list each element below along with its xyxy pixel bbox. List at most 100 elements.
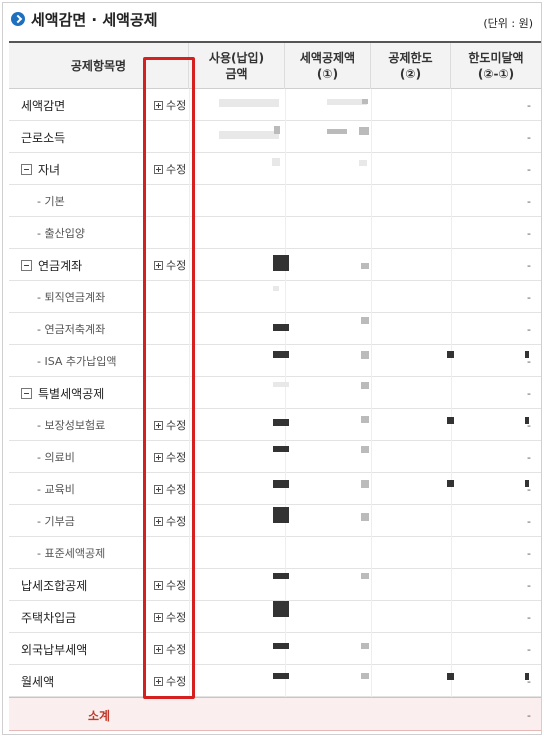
- column-divider: [189, 377, 190, 409]
- column-divider: [451, 281, 452, 313]
- masked-value: [273, 324, 289, 331]
- edit-button[interactable]: 수정: [154, 514, 186, 528]
- edit-button[interactable]: 수정: [154, 642, 186, 656]
- column-divider: [451, 153, 452, 185]
- column-divider: [451, 121, 452, 153]
- row-label-text: 연금계좌: [38, 258, 83, 273]
- edit-button[interactable]: 수정: [154, 98, 186, 112]
- column-divider: [371, 281, 372, 313]
- table-row: - 표준세액공제 -: [9, 537, 541, 569]
- column-divider: [189, 217, 190, 249]
- masked-value: [362, 99, 368, 104]
- column-divider: [451, 569, 452, 601]
- masked-value: [361, 643, 369, 649]
- row-label-text: 주택차입금: [21, 610, 77, 625]
- edit-button[interactable]: 수정: [154, 578, 186, 592]
- plus-box-icon: [154, 420, 163, 430]
- edit-button[interactable]: 수정: [154, 258, 186, 272]
- header-item-name: 공제항목명: [9, 43, 189, 89]
- table-row: - 기부금 수정 -: [9, 505, 541, 537]
- row-label: 주택차입금: [21, 601, 76, 633]
- column-divider: [371, 249, 372, 281]
- row-label-text: 월세액: [21, 674, 55, 689]
- column-divider: [189, 313, 190, 345]
- edit-button-label: 수정: [166, 483, 187, 496]
- subtotal-value: -: [527, 708, 531, 722]
- masked-value: [447, 417, 454, 424]
- row-label-text: - ISA 추가납입액: [37, 355, 117, 368]
- shortfall-value: -: [527, 418, 531, 432]
- column-divider: [451, 441, 452, 473]
- edit-button-label: 수정: [166, 515, 187, 528]
- row-label-text: - 보장성보험료: [37, 419, 106, 432]
- collapse-toggle-icon[interactable]: [21, 163, 32, 175]
- masked-value: [327, 99, 367, 105]
- masked-value: [273, 573, 289, 579]
- masked-value: [273, 419, 289, 426]
- deduction-table: 공제항목명 사용(납입) 금액 세액공제액 (①) 공제한도 (②) 한도미달액…: [9, 41, 541, 731]
- masked-value: [361, 382, 369, 389]
- column-divider: [371, 633, 372, 665]
- edit-button-label: 수정: [166, 579, 187, 592]
- collapse-toggle-icon[interactable]: [21, 259, 32, 271]
- column-divider: [371, 473, 372, 505]
- masked-value: [361, 317, 369, 324]
- row-label-text: 근로소득: [21, 130, 66, 145]
- column-divider: [451, 89, 452, 121]
- masked-value: [273, 507, 289, 523]
- shortfall-value: -: [527, 610, 531, 624]
- edit-button-label: 수정: [166, 643, 187, 656]
- column-divider: [371, 537, 372, 569]
- column-divider: [285, 217, 286, 249]
- collapse-toggle-icon[interactable]: [21, 387, 32, 399]
- row-label: 세액감면: [21, 89, 65, 121]
- edit-button[interactable]: 수정: [154, 482, 186, 496]
- column-divider: [189, 345, 190, 377]
- edit-button[interactable]: 수정: [154, 418, 186, 432]
- edit-button[interactable]: 수정: [154, 674, 186, 688]
- shortfall-value: -: [527, 578, 531, 592]
- row-label: 납세조합공제: [21, 569, 87, 601]
- masked-value: [273, 255, 289, 271]
- arrow-circle-icon: [11, 12, 25, 26]
- row-label-text: - 출산입양: [37, 227, 85, 240]
- column-divider: [285, 89, 286, 121]
- column-divider: [189, 537, 190, 569]
- table-row: 납세조합공제 수정 -: [9, 569, 541, 601]
- plus-box-icon: [154, 484, 163, 494]
- edit-button-label: 수정: [166, 451, 187, 464]
- masked-value: [359, 127, 369, 135]
- header-limit: 공제한도 (②): [371, 43, 451, 89]
- table-row: 연금계좌 수정 -: [9, 249, 541, 281]
- column-divider: [371, 185, 372, 217]
- edit-button[interactable]: 수정: [154, 162, 186, 176]
- table-row: 외국납부세액 수정 -: [9, 633, 541, 665]
- column-divider: [189, 505, 190, 537]
- shortfall-value: -: [527, 354, 531, 368]
- column-divider: [371, 505, 372, 537]
- column-divider: [189, 569, 190, 601]
- row-label: - 기부금: [37, 505, 75, 537]
- shortfall-value: -: [527, 162, 531, 176]
- column-divider: [451, 505, 452, 537]
- masked-value: [273, 480, 289, 488]
- shortfall-value: -: [527, 386, 531, 400]
- edit-button[interactable]: 수정: [154, 610, 186, 624]
- column-divider: [451, 473, 452, 505]
- masked-value: [361, 573, 369, 579]
- edit-button[interactable]: 수정: [154, 450, 186, 464]
- masked-value: [219, 131, 279, 139]
- header-amount: 사용(납입) 금액: [189, 43, 285, 89]
- row-label: 근로소득: [21, 121, 65, 153]
- masked-value: [219, 99, 279, 107]
- shortfall-value: -: [527, 322, 531, 336]
- column-divider: [285, 345, 286, 377]
- masked-value: [273, 673, 289, 679]
- column-divider: [451, 345, 452, 377]
- edit-button-label: 수정: [166, 675, 187, 688]
- masked-value: [273, 286, 279, 291]
- column-divider: [451, 217, 452, 249]
- shortfall-value: -: [527, 674, 531, 688]
- masked-value: [361, 446, 369, 453]
- shortfall-value: -: [527, 226, 531, 240]
